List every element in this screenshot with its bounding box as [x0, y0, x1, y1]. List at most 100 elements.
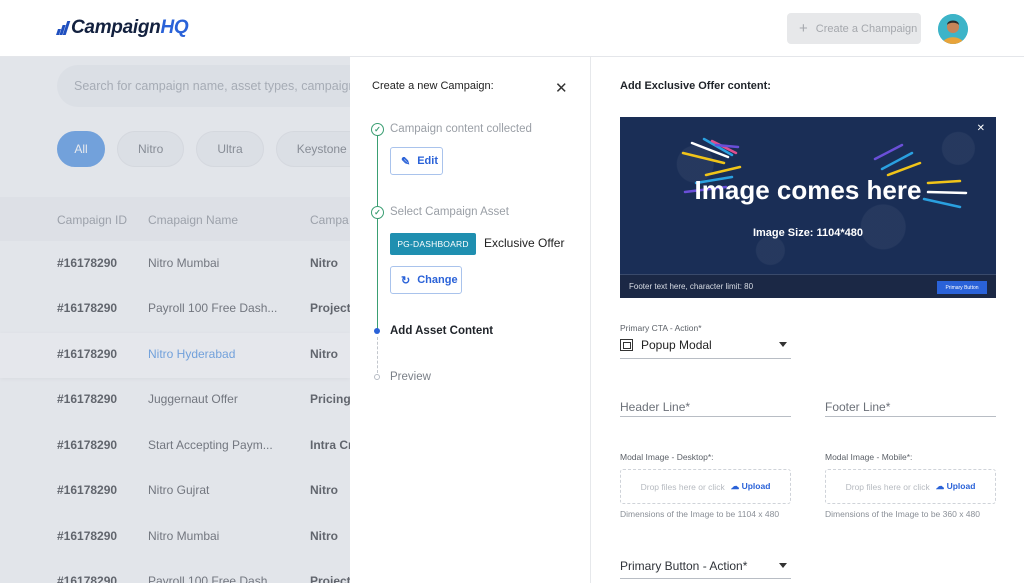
row-name: Payroll 100 Free Dash...: [148, 574, 278, 583]
mobile-image-dropzone[interactable]: Drop files here or click ☁ Upload: [825, 469, 996, 504]
asset-name: Exclusive Offer: [484, 236, 565, 250]
create-campaign-button[interactable]: + Create a Champaign: [787, 13, 921, 44]
row-type: Intra Cr: [310, 438, 350, 452]
desktop-dimension-hint: Dimensions of the Image to be 1104 x 480: [620, 509, 780, 519]
row-name: Juggernaut Offer: [148, 392, 238, 406]
row-name: Nitro Gujrat: [148, 483, 210, 497]
column-campaign-name[interactable]: Cmapaign Name: [148, 213, 238, 227]
row-name: Nitro Mumbai: [148, 529, 220, 543]
column-campaign-id[interactable]: Campaign ID: [57, 213, 127, 227]
campaign-list-area: Search for campaign name, asset types, c…: [0, 57, 350, 583]
filter-chips: All Nitro Ultra Keystone: [57, 131, 350, 167]
desktop-image-dropzone[interactable]: Drop files here or click ☁ Upload: [620, 469, 791, 504]
table-row[interactable]: #16178290 Juggernaut Offer Pricing: [0, 378, 350, 423]
preview-close-icon: ✕: [976, 123, 985, 134]
row-id: #16178290: [57, 483, 118, 497]
offer-preview: ✕ Image comes here Image Size: 1104*480 …: [620, 117, 996, 298]
progress-line: [377, 131, 378, 331]
preview-primary-button: Primary Button: [937, 281, 987, 294]
create-campaign-label: Create a Champaign: [815, 22, 918, 35]
campaign-stepper-panel: Create a new Campaign: ✕ ✓ Campaign cont…: [350, 57, 591, 583]
drop-text: Drop files here or click: [845, 481, 930, 492]
pending-step-dot: [374, 374, 380, 380]
chevron-down-icon: [779, 342, 787, 347]
change-button[interactable]: ↻ Change: [390, 266, 462, 294]
edit-label: Edit: [417, 155, 438, 167]
modal-mobile-label: Modal Image - Mobile*:: [825, 452, 913, 462]
row-name: Start Accepting Paym...: [148, 438, 273, 452]
cloud-upload-icon: ☁: [935, 481, 945, 491]
row-id: #16178290: [57, 301, 118, 315]
row-name: Payroll 100 Free Dash...: [148, 301, 278, 315]
table-row[interactable]: #16178290 Payroll 100 Free Dash... Proje…: [0, 560, 350, 583]
header-line-placeholder: Header Line*: [620, 400, 691, 414]
step-content-collected[interactable]: Campaign content collected: [390, 123, 532, 135]
table-header: Campaign ID Cmapaign Name Campa: [0, 197, 350, 241]
chip-nitro[interactable]: Nitro: [117, 131, 185, 167]
chip-ultra[interactable]: Ultra: [196, 131, 264, 167]
row-id: #16178290: [57, 438, 118, 452]
row-type: Nitro: [310, 256, 338, 270]
chevron-down-icon: [779, 563, 787, 568]
user-avatar[interactable]: [938, 14, 968, 44]
logo[interactable]: CampaignHQ: [56, 17, 189, 39]
table-row[interactable]: #16178290 Nitro Gujrat Nitro: [0, 469, 350, 514]
cloud-upload-icon: ☁: [730, 481, 740, 491]
search-input[interactable]: Search for campaign name, asset types, c…: [57, 65, 350, 107]
primary-cta-select[interactable]: Popup Modal: [620, 331, 791, 359]
primary-button-action-select[interactable]: Primary Button - Action*: [620, 553, 791, 579]
footer-line-field[interactable]: Footer Line*: [825, 387, 996, 417]
primary-cta-value: Popup Modal: [641, 337, 712, 352]
current-step-dot: [374, 328, 380, 334]
upload-label: Upload: [946, 481, 976, 491]
table-row[interactable]: #16178290 Nitro Mumbai Nitro: [0, 515, 350, 560]
row-id: #16178290: [57, 347, 118, 361]
table-row[interactable]: #16178290 Nitro Mumbai Nitro: [0, 242, 350, 287]
table-row[interactable]: #16178290 Nitro Hyderabad Nitro: [0, 333, 350, 378]
row-type: Nitro: [310, 529, 338, 543]
table-row[interactable]: #16178290 Start Accepting Paym... Intra …: [0, 424, 350, 469]
mobile-dimension-hint: Dimensions of the Image to be 360 x 480: [825, 509, 980, 519]
row-type: Project: [310, 301, 350, 315]
primary-button-action-label: Primary Button - Action*: [620, 558, 748, 573]
preview-size: Image Size: 1104*480: [752, 227, 864, 239]
step-select-asset[interactable]: Select Campaign Asset: [390, 206, 509, 218]
preview-footer: Footer text here, character limit: 80 Pr…: [620, 274, 996, 298]
footer-line-placeholder: Footer Line*: [825, 400, 891, 414]
modal-desktop-label: Modal Image - Desktop*:: [620, 452, 714, 462]
column-campaign-type[interactable]: Campa: [310, 213, 349, 227]
pencil-icon: ✎: [401, 155, 411, 168]
logo-text: CampaignHQ: [71, 17, 189, 38]
row-type: Nitro: [310, 347, 338, 361]
row-name[interactable]: Nitro Hyderabad: [148, 347, 235, 361]
row-type: Project: [310, 574, 350, 583]
check-icon: ✓: [371, 206, 384, 219]
row-id: #16178290: [57, 529, 118, 543]
row-type: Pricing: [310, 392, 350, 406]
plus-icon: +: [799, 20, 808, 37]
upload-link[interactable]: ☁ Upload: [731, 481, 771, 492]
search-placeholder: Search for campaign name, asset types, c…: [74, 79, 350, 93]
check-icon: ✓: [371, 123, 384, 136]
logo-icon: [56, 19, 71, 37]
refresh-icon: ↻: [401, 274, 411, 287]
upload-link[interactable]: ☁ Upload: [936, 481, 976, 492]
step-preview[interactable]: Preview: [390, 371, 431, 383]
asset-tag: PG-DASHBOARD: [390, 233, 476, 255]
header-line-field[interactable]: Header Line*: [620, 387, 791, 417]
preview-footer-text: Footer text here, character limit: 80: [629, 282, 754, 291]
chip-all[interactable]: All: [57, 131, 105, 167]
close-icon[interactable]: ✕: [555, 79, 568, 97]
row-name: Nitro Mumbai: [148, 256, 220, 270]
chip-keystone[interactable]: Keystone: [275, 131, 350, 167]
drop-text: Drop files here or click: [640, 481, 725, 492]
asset-content-form: Add Exclusive Offer content: ✕ Image com…: [591, 57, 1024, 583]
step-add-asset-content[interactable]: Add Asset Content: [390, 325, 493, 337]
change-label: Change: [417, 274, 458, 286]
preview-headline: Image comes here: [694, 175, 922, 205]
modal-icon: [620, 338, 633, 351]
row-id: #16178290: [57, 256, 118, 270]
edit-button[interactable]: ✎ Edit: [390, 147, 443, 175]
table-row[interactable]: #16178290 Payroll 100 Free Dash... Proje…: [0, 287, 350, 332]
stepper-title: Create a new Campaign:: [372, 80, 494, 92]
